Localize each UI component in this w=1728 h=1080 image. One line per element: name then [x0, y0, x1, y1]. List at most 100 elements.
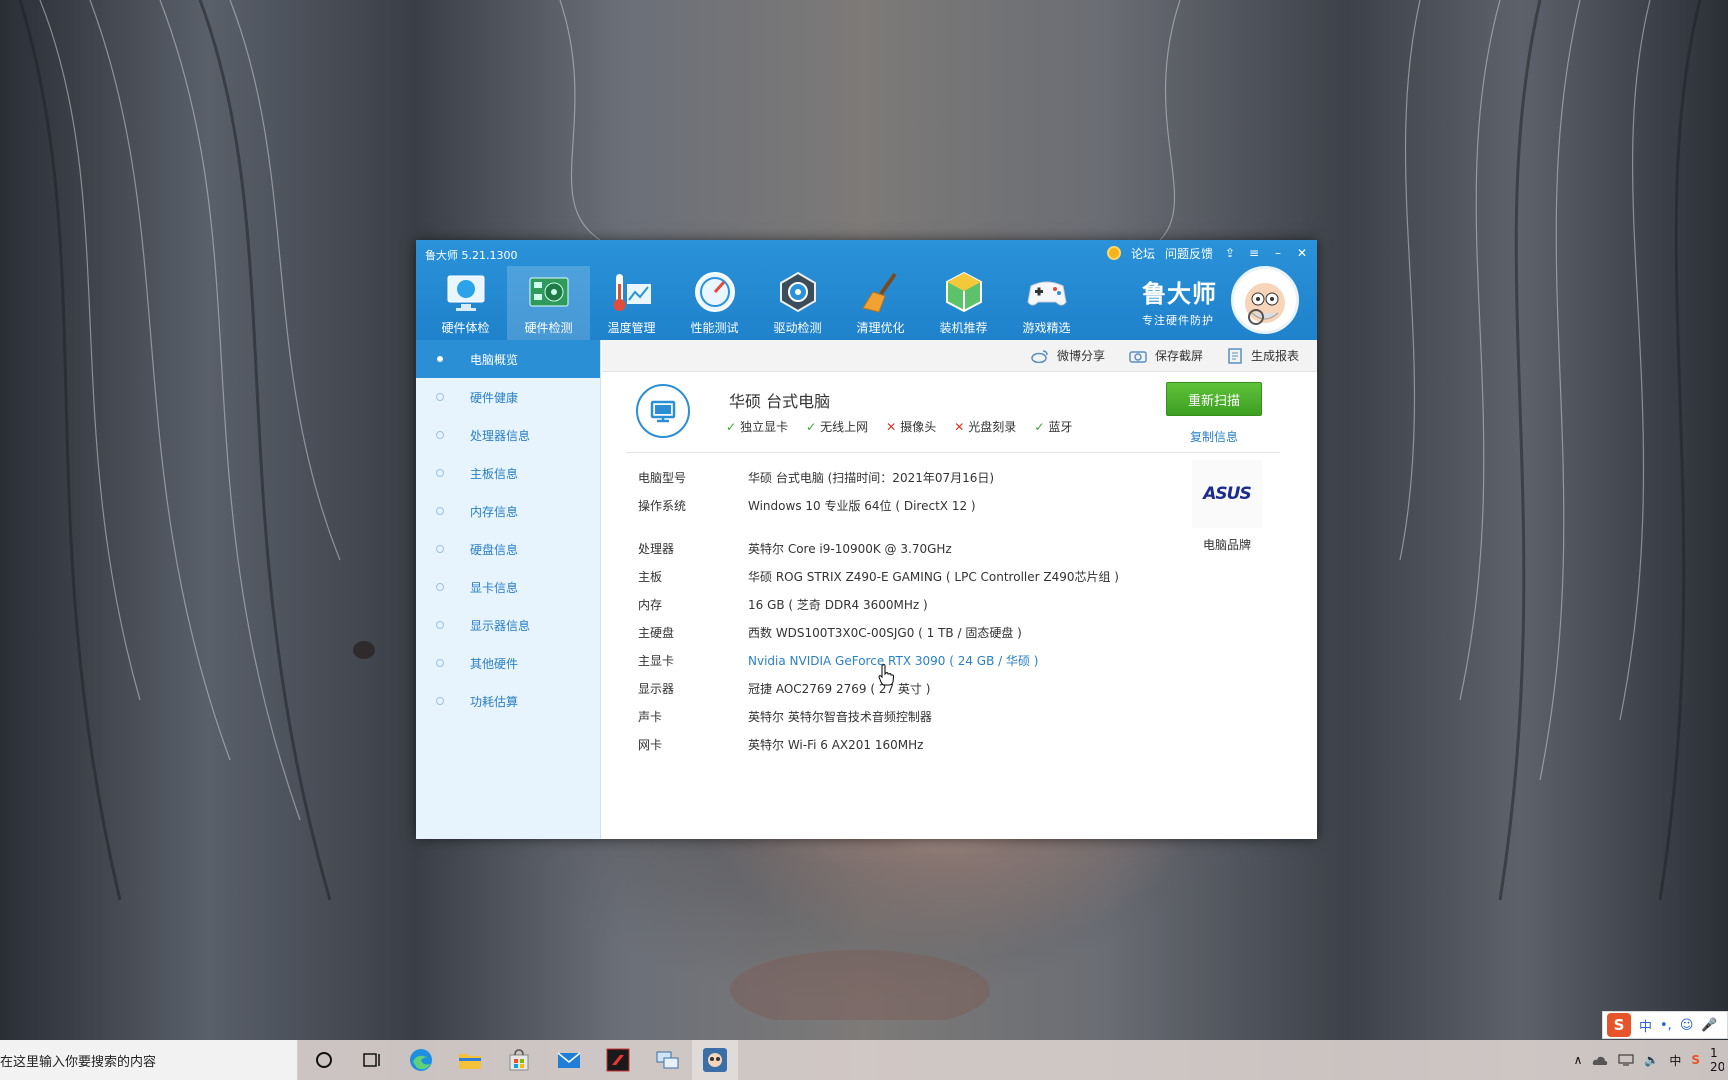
bullet-icon — [436, 697, 444, 705]
sogou-logo-icon[interactable]: S — [1607, 1013, 1631, 1037]
circuit-board-icon — [529, 277, 569, 307]
network-icon[interactable] — [1618, 1054, 1634, 1066]
spec-row-motherboard: 主板 华硕 ROG STRIX Z490-E GAMING ( LPC Contr… — [638, 568, 1119, 585]
store-icon[interactable] — [505, 1046, 533, 1074]
media-app-icon[interactable] — [604, 1046, 632, 1074]
onedrive-icon[interactable] — [1592, 1054, 1608, 1066]
sidebar-item-overview[interactable]: 电脑概览 — [416, 340, 600, 378]
search-placeholder: 在这里输入你要搜索的内容 — [0, 1054, 157, 1070]
clock[interactable]: 1 20 — [1710, 1046, 1724, 1074]
sidebar-item-label: 显卡信息 — [470, 580, 519, 595]
mail-icon[interactable] — [555, 1046, 583, 1074]
sidebar-item-gpu[interactable]: 显卡信息 — [416, 568, 600, 606]
ime-mode[interactable]: 中 — [1639, 1016, 1652, 1035]
sidebar-item-label: 硬盘信息 — [470, 542, 519, 557]
sidebar-item-label: 处理器信息 — [470, 428, 531, 443]
edge-icon[interactable] — [407, 1046, 435, 1074]
ime-toolbar: S 中 •, ☺ 🎤 — [1602, 1011, 1728, 1039]
bullet-icon — [436, 621, 444, 629]
bullet-icon — [437, 356, 443, 362]
task-view-icon[interactable] — [358, 1046, 386, 1074]
sidebar-item-health[interactable]: 硬件健康 — [416, 378, 600, 416]
ime-emoji-icon[interactable]: ☺ — [1680, 1018, 1694, 1033]
spec-value: 英特尔 Wi-Fi 6 AX201 160MHz — [748, 738, 924, 752]
sidebar-item-other[interactable]: 其他硬件 — [416, 644, 600, 682]
sidebar-item-power[interactable]: 功耗估算 — [416, 682, 600, 720]
nav-driver[interactable]: 驱动检测 — [756, 266, 839, 340]
nav-label: 装机推荐 — [939, 321, 988, 335]
bullet-icon — [436, 431, 444, 439]
volume-icon[interactable]: 🔈 — [1644, 1053, 1659, 1067]
sidebar-item-motherboard[interactable]: 主板信息 — [416, 454, 600, 492]
nav-temperature[interactable]: 温度管理 — [590, 266, 673, 340]
bullet-icon — [436, 545, 444, 553]
input-language[interactable]: 中 — [1669, 1052, 1681, 1069]
menu-icon[interactable]: ≡ — [1247, 246, 1261, 260]
ludashi-taskbar-item[interactable] — [692, 1040, 738, 1080]
cortana-icon[interactable] — [310, 1046, 338, 1074]
spec-value: 英特尔 英特尔智音技术音频控制器 — [748, 710, 932, 724]
spec-value: 华硕 ROG STRIX Z490-E GAMING ( LPC Control… — [748, 570, 1119, 584]
close-icon[interactable]: ✕ — [1295, 246, 1309, 260]
spec-key: 网卡 — [638, 738, 663, 752]
ime-punct[interactable]: •, — [1660, 1018, 1672, 1033]
spec-row-os: 操作系统 Windows 10 专业版 64位 ( DirectX 12 ) — [638, 497, 976, 514]
ime-mic-icon[interactable]: 🎤 — [1701, 1018, 1717, 1033]
mascot-avatar[interactable] — [1231, 266, 1299, 334]
nav-label: 游戏精选 — [1022, 321, 1071, 335]
spec-table: 电脑型号 华硕 台式电脑 (扫描时间：2021年07月16日) 操作系统 Windo… — [602, 340, 1317, 839]
mascot-face-icon — [1245, 283, 1285, 325]
app-header: 鲁大师 5.21.1300 论坛 问题反馈 ⇪ ≡ – ✕ 硬件体检 硬件检测 … — [416, 240, 1317, 340]
spec-key: 显示器 — [638, 682, 675, 696]
nav-performance[interactable]: 性能测试 — [673, 266, 756, 340]
sogou-tray-icon[interactable]: S — [1691, 1053, 1700, 1067]
nav-label: 硬件体检 — [441, 321, 490, 335]
spec-value: 冠捷 AOC2769 2769 ( 27 英寸 ) — [748, 682, 931, 696]
bullet-icon — [436, 507, 444, 515]
nav-games[interactable]: 游戏精选 — [1005, 266, 1088, 340]
sidebar-item-label: 显示器信息 — [470, 618, 531, 633]
spec-key: 内存 — [638, 598, 663, 612]
nav-label: 性能测试 — [690, 321, 739, 335]
spec-key: 操作系统 — [638, 499, 687, 513]
spec-value: 华硕 台式电脑 (扫描时间：2021年07月16日) — [748, 471, 995, 485]
spec-row-gpu: 主显卡 Nvidia NVIDIA GeForce RTX 3090 ( 24 G… — [638, 652, 1039, 669]
forum-link[interactable]: 论坛 — [1131, 245, 1155, 262]
medal-icon[interactable] — [1106, 246, 1121, 260]
spec-key: 处理器 — [638, 542, 675, 556]
thermometer-icon — [613, 274, 651, 311]
brand-logo: ASUS — [1192, 460, 1262, 528]
window-title: 鲁大师 5.21.1300 — [425, 249, 518, 262]
nav-cleanup[interactable]: 清理优化 — [839, 266, 922, 340]
driver-gear-icon — [780, 271, 816, 313]
nav-hardware-detect[interactable]: 硬件检测 — [507, 266, 590, 340]
system-tray: ∧ 🔈 中 S 1 20 — [1574, 1040, 1728, 1080]
sidebar-item-disk[interactable]: 硬盘信息 — [416, 530, 600, 568]
ludashi-window: 鲁大师 5.21.1300 论坛 问题反馈 ⇪ ≡ – ✕ 硬件体检 硬件检测 … — [416, 240, 1317, 839]
sidebar-item-memory[interactable]: 内存信息 — [416, 492, 600, 530]
spec-key: 主板 — [638, 570, 663, 584]
bullet-icon — [436, 469, 444, 477]
spec-key: 主显卡 — [638, 654, 675, 668]
chevron-up-icon[interactable]: ∧ — [1574, 1053, 1583, 1067]
spec-row-sound: 声卡 英特尔 英特尔智音技术音频控制器 — [638, 708, 932, 725]
spec-row-network: 网卡 英特尔 Wi-Fi 6 AX201 160MHz — [638, 736, 923, 753]
sidebar-item-monitor[interactable]: 显示器信息 — [416, 606, 600, 644]
network-app-icon[interactable] — [653, 1046, 681, 1074]
spec-row-cpu: 处理器 英特尔 Core i9-10900K @ 3.70GHz — [638, 540, 952, 557]
skin-icon[interactable]: ⇪ — [1223, 246, 1237, 260]
spec-row-model: 电脑型号 华硕 台式电脑 (扫描时间：2021年07月16日) — [638, 469, 994, 486]
nav-build-recommend[interactable]: 装机推荐 — [922, 266, 1005, 340]
gamepad-icon — [1027, 281, 1067, 306]
file-explorer-icon[interactable] — [456, 1046, 484, 1074]
sidebar-item-cpu[interactable]: 处理器信息 — [416, 416, 600, 454]
spec-key: 电脑型号 — [638, 471, 687, 485]
taskbar-search[interactable]: 在这里输入你要搜索的内容 — [0, 1040, 298, 1080]
sidebar-item-label: 其他硬件 — [470, 656, 519, 671]
monitor-health-icon — [447, 275, 485, 311]
title-bar-controls: 论坛 问题反馈 ⇪ ≡ – ✕ — [1106, 244, 1309, 262]
taskbar: 在这里输入你要搜索的内容 ∧ 🔈 中 S 1 20 — [0, 1040, 1728, 1080]
nav-hardware-checkup[interactable]: 硬件体检 — [424, 266, 507, 340]
minimize-icon[interactable]: – — [1271, 246, 1285, 260]
feedback-link[interactable]: 问题反馈 — [1165, 245, 1213, 262]
